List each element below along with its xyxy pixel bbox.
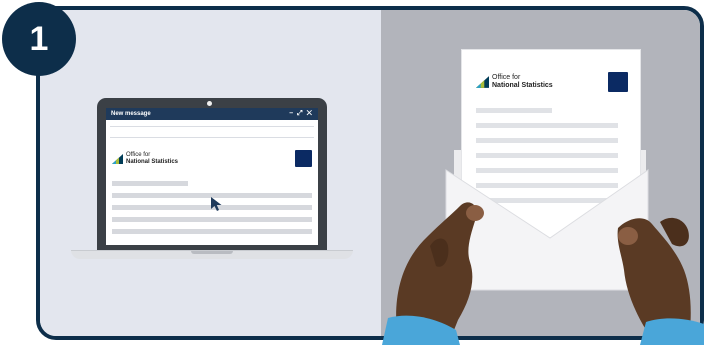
laptop-base <box>71 250 353 259</box>
email-header: Office for National Statistics <box>112 150 312 167</box>
letter-icon: Office for National Statistics <box>462 50 640 255</box>
webcam <box>207 101 212 106</box>
step-number-badge: 1 <box>2 2 76 76</box>
laptop-icon: New message – ⤢ ✕ Office for National St… <box>97 98 327 250</box>
email-window: New message – ⤢ ✕ Office for National St… <box>106 108 318 245</box>
text-line <box>476 123 618 128</box>
text-line <box>476 168 618 173</box>
text-line <box>476 183 618 188</box>
letter-header: Office for National Statistics <box>476 72 628 92</box>
logo-line1: Office for <box>126 151 151 158</box>
logo-line2: National Statistics <box>492 82 553 89</box>
laptop-notch <box>191 251 233 254</box>
logo-line1: Office for <box>492 74 521 81</box>
text-line <box>112 229 312 234</box>
logo-line2: National Statistics <box>126 158 179 165</box>
mouse-cursor-icon <box>211 197 222 211</box>
email-title: New message <box>111 111 151 117</box>
subject-field <box>110 137 314 138</box>
text-line <box>476 108 552 113</box>
text-line <box>476 198 618 203</box>
royal-crest-icon <box>608 72 628 92</box>
ons-logo-icon: Office for National Statistics <box>476 74 553 90</box>
text-line <box>476 138 618 143</box>
email-titlebar: New message – ⤢ ✕ <box>106 108 318 120</box>
text-line <box>476 153 618 158</box>
ons-logo-icon: Office for National Statistics <box>112 152 178 166</box>
text-line <box>112 217 312 222</box>
recipient-field <box>110 126 314 127</box>
window-controls-icon: – ⤢ ✕ <box>289 110 313 117</box>
text-line <box>112 181 188 186</box>
royal-crest-icon <box>295 150 312 167</box>
